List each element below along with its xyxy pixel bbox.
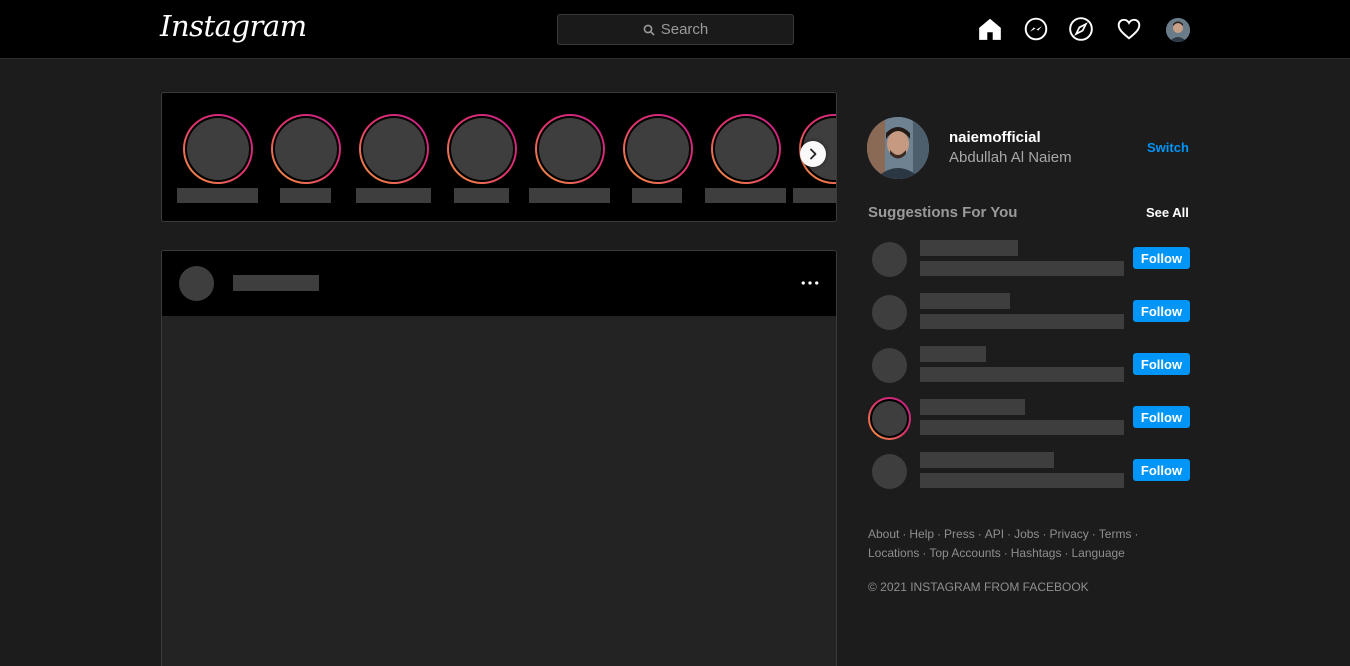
feed-post [161, 250, 837, 666]
suggestion-username-placeholder [920, 293, 1010, 309]
chevron-right-icon [810, 148, 817, 160]
footer-link-jobs[interactable]: Jobs [1014, 527, 1039, 541]
story-name-placeholder [454, 188, 509, 203]
footer-link-about[interactable]: About [868, 527, 899, 541]
story-name-placeholder [177, 188, 258, 203]
story-name-placeholder [632, 188, 682, 203]
search-placeholder: Search [660, 21, 709, 38]
stories-next-button[interactable] [800, 141, 826, 167]
footer-link-press[interactable]: Press [944, 527, 975, 541]
suggestion-avatar-placeholder[interactable] [872, 242, 907, 277]
suggestion-subtext-placeholder [920, 367, 1124, 382]
footer-link-api[interactable]: API [985, 527, 1004, 541]
profile-avatar[interactable] [1166, 18, 1190, 42]
suggestion-row: Follow [868, 452, 1190, 494]
footer-link-privacy[interactable]: Privacy [1049, 527, 1088, 541]
follow-button[interactable]: Follow [1133, 406, 1190, 428]
post-username-placeholder [233, 275, 319, 291]
suggestion-subtext-placeholder [920, 420, 1124, 435]
suggestion-username-placeholder [920, 346, 986, 362]
follow-button[interactable]: Follow [1133, 300, 1190, 322]
search-input[interactable]: Search [557, 14, 794, 45]
suggestion-username-placeholder [920, 399, 1025, 415]
suggestion-row: Follow [868, 397, 1190, 441]
footer-links-row-1: About · Help · Press · API · Jobs · Privacy · Terms · [868, 527, 1139, 541]
stories-tray [161, 92, 837, 222]
footer-link-terms[interactable]: Terms [1099, 527, 1132, 541]
suggestion-subtext-placeholder [920, 314, 1124, 329]
follow-button[interactable]: Follow [1133, 353, 1190, 375]
story-name-placeholder [280, 188, 331, 203]
suggestion-username-placeholder [920, 240, 1018, 256]
footer-link-hashtags[interactable]: Hashtags [1011, 546, 1062, 560]
search-icon [643, 24, 655, 36]
suggestion-row: Follow [868, 293, 1190, 335]
suggestions-title: Suggestions For You [868, 204, 1018, 221]
footer-link-top-accounts[interactable]: Top Accounts [929, 546, 1000, 560]
follow-button[interactable]: Follow [1133, 247, 1190, 269]
top-nav-bar: Instagram Search [0, 0, 1350, 59]
suggestion-row: Follow [868, 346, 1190, 388]
suggestion-subtext-placeholder [920, 473, 1124, 488]
suggestion-username-placeholder [920, 452, 1054, 468]
follow-button[interactable]: Follow [1133, 459, 1190, 481]
suggestion-avatar-story-ring[interactable] [868, 397, 911, 440]
see-all-button[interactable]: See All [1146, 205, 1189, 220]
footer-link-help[interactable]: Help [909, 527, 934, 541]
explore-icon[interactable] [1067, 15, 1095, 43]
footer-links: About · Help · Press · API · Jobs · Privacy · Terms ·… [868, 525, 1168, 563]
instagram-logo[interactable]: Instagram [160, 9, 307, 43]
suggestion-subtext-placeholder [920, 261, 1124, 276]
post-avatar-placeholder[interactable] [179, 266, 214, 301]
footer-link-language[interactable]: Language [1071, 546, 1124, 560]
suggestion-avatar-placeholder[interactable] [872, 454, 907, 489]
footer-link-locations[interactable]: Locations [868, 546, 919, 560]
copyright-text: © 2021 INSTAGRAM FROM FACEBOOK [868, 580, 1089, 594]
more-options-icon[interactable] [798, 273, 822, 293]
home-icon[interactable] [976, 15, 1004, 43]
suggestion-avatar-placeholder[interactable] [872, 348, 907, 383]
suggestion-row: Follow [868, 240, 1190, 282]
heart-icon[interactable] [1115, 15, 1143, 43]
story-name-placeholder [793, 188, 836, 203]
current-username[interactable]: naiemofficial [949, 129, 1041, 146]
messenger-icon[interactable] [1022, 15, 1050, 43]
switch-account-button[interactable]: Switch [1147, 140, 1189, 155]
post-header [162, 251, 836, 316]
story-name-placeholder [705, 188, 786, 203]
current-full-name: Abdullah Al Naiem [949, 149, 1072, 166]
suggestion-avatar-placeholder[interactable] [872, 295, 907, 330]
current-user-avatar[interactable] [867, 117, 929, 179]
story-name-placeholder [529, 188, 610, 203]
footer-links-row-2: Locations · Top Accounts · Hashtags · Language [868, 546, 1125, 560]
story-name-placeholder [356, 188, 431, 203]
